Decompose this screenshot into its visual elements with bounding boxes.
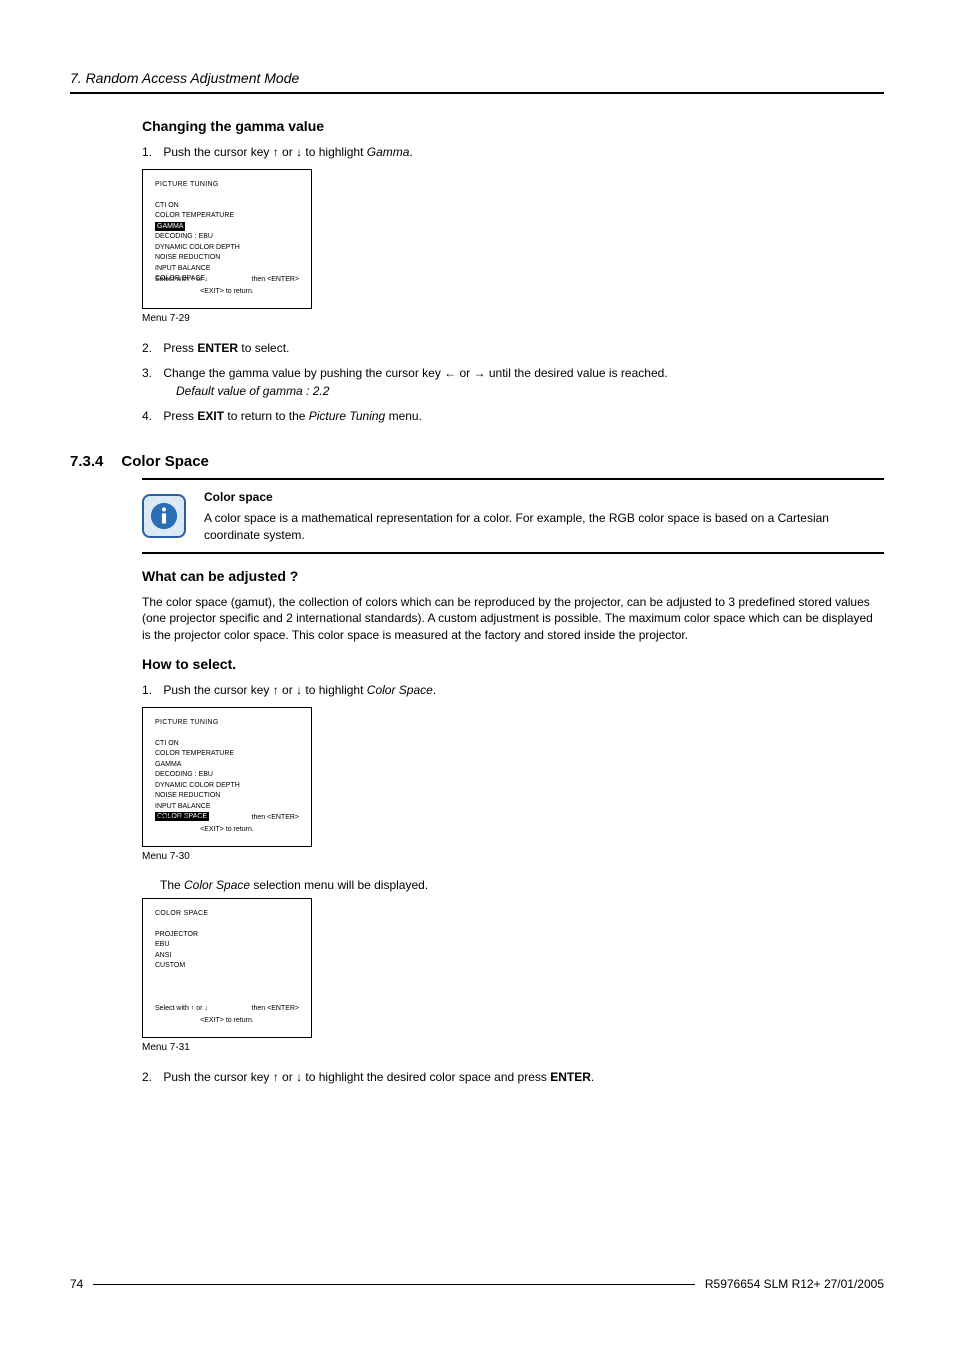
section-number: 7.3.4 [70, 453, 103, 470]
chapter-header: 7. Random Access Adjustment Mode [70, 70, 884, 86]
menu31-item-0: PROJECTOR [155, 930, 299, 941]
menu31-item-1: EBU [155, 940, 299, 951]
step4-mid: to return to the [224, 409, 309, 423]
info-callout: Color space A color space is a mathemati… [142, 490, 884, 544]
how-step-2: 2. Push the cursor key ↑ or ↓ to highlig… [142, 1069, 884, 1086]
chapter-rule [70, 92, 884, 94]
menu30-item-0: CTI ON [155, 739, 299, 750]
menu30-caption: Menu 7-30 [142, 851, 884, 862]
menu29-item-4: DYNAMIC COLOR DEPTH [155, 243, 299, 254]
how2-bold: ENTER [550, 1070, 591, 1084]
heading-how-select: How to select. [142, 656, 884, 672]
menu30-title: PICTURE TUNING [155, 718, 299, 729]
step1-pre: Push the cursor key ↑ or ↓ to highlight [163, 145, 366, 159]
how2-pre: Push the cursor key ↑ or ↓ to highlight … [163, 1070, 550, 1084]
step1-em: Gamma [367, 145, 410, 159]
step4-em: Picture Tuning [309, 409, 385, 423]
step4-post: menu. [385, 409, 422, 423]
menu30-nav-c: <EXIT> to return. [155, 825, 299, 836]
how1-em: Color Space [367, 683, 433, 697]
info-icon [142, 494, 186, 538]
menu29-item-2-hl: GAMMA [155, 222, 185, 231]
menu-7-29: PICTURE TUNING CTI ON COLOR TEMPERATURE … [142, 169, 312, 309]
how1-post: . [433, 683, 436, 697]
step4-bold: EXIT [197, 409, 224, 423]
menu-7-30: PICTURE TUNING CTI ON COLOR TEMPERATURE … [142, 707, 312, 847]
page-footer: 74 R5976654 SLM R12+ 27/01/2005 [70, 1277, 884, 1291]
step3-note: Default value of gamma : 2.2 [176, 383, 884, 400]
section-rule-bottom [142, 552, 884, 554]
step-2: 2. Press ENTER to select. [142, 340, 884, 357]
heading-changing-gamma: Changing the gamma value [142, 118, 884, 134]
section-title: Color Space [121, 453, 209, 470]
page-number: 74 [70, 1277, 83, 1291]
menu30-item-6: INPUT BALANCE [155, 802, 299, 813]
step3-text: Change the gamma value by pushing the cu… [163, 366, 667, 380]
info-title: Color space [204, 490, 884, 504]
menu-7-31: COLOR SPACE PROJECTOR EBU ANSI CUSTOM Se… [142, 898, 312, 1038]
footer-rule [93, 1284, 695, 1285]
what-body: The color space (gamut), the collection … [142, 594, 884, 644]
menu30-nav-l: Select with ↑ or ↓ [155, 813, 208, 824]
step1-post: . [409, 145, 412, 159]
result-post: selection menu will be displayed. [250, 878, 428, 892]
menu31-nav-c: <EXIT> to return. [155, 1016, 299, 1027]
menu30-item-1: COLOR TEMPERATURE [155, 749, 299, 760]
menu30-item-5: NOISE REDUCTION [155, 791, 299, 802]
result-text: The Color Space selection menu will be d… [160, 878, 884, 892]
section-rule-top [142, 478, 884, 480]
menu31-item-2: ANSI [155, 951, 299, 962]
step-4: 4. Press EXIT to return to the Picture T… [142, 408, 884, 425]
menu29-nav-l: Select with ↑ or ↓ [155, 275, 208, 286]
menu29-item-6: INPUT BALANCE [155, 264, 299, 275]
menu29-item-3: DECODING : EBU [155, 232, 299, 243]
how1-pre: Push the cursor key ↑ or ↓ to highlight [163, 683, 366, 697]
step-3: 3. Change the gamma value by pushing the… [142, 365, 884, 401]
step-1: 1. Push the cursor key ↑ or ↓ to highlig… [142, 144, 884, 161]
menu29-nav-r: then <ENTER> [252, 275, 299, 286]
menu30-item-2: GAMMA [155, 760, 299, 771]
menu30-nav-r: then <ENTER> [252, 813, 299, 824]
step2-pre: Press [163, 341, 197, 355]
menu31-caption: Menu 7-31 [142, 1042, 884, 1053]
menu29-item-5: NOISE REDUCTION [155, 253, 299, 264]
menu29-nav-c: <EXIT> to return. [155, 287, 299, 298]
menu30-item-4: DYNAMIC COLOR DEPTH [155, 781, 299, 792]
menu29-title: PICTURE TUNING [155, 180, 299, 191]
result-em: Color Space [184, 878, 250, 892]
menu31-title: COLOR SPACE [155, 909, 299, 920]
menu30-item-3: DECODING : EBU [155, 770, 299, 781]
menu29-item-0: CTI ON [155, 201, 299, 212]
heading-what-adjusted: What can be adjusted ? [142, 568, 884, 584]
menu31-item-3: CUSTOM [155, 961, 299, 972]
doc-id: R5976654 SLM R12+ 27/01/2005 [705, 1277, 884, 1291]
how2-post: . [591, 1070, 594, 1084]
step2-post: to select. [238, 341, 289, 355]
how-step-1: 1. Push the cursor key ↑ or ↓ to highlig… [142, 682, 884, 699]
menu31-nav-r: then <ENTER> [252, 1004, 299, 1015]
step2-bold: ENTER [197, 341, 238, 355]
result-pre: The [160, 878, 184, 892]
menu29-item-1: COLOR TEMPERATURE [155, 211, 299, 222]
step4-pre: Press [163, 409, 197, 423]
menu31-nav-l: Select with ↑ or ↓ [155, 1004, 208, 1015]
menu29-caption: Menu 7-29 [142, 313, 884, 324]
info-body: A color space is a mathematical represen… [204, 510, 884, 544]
